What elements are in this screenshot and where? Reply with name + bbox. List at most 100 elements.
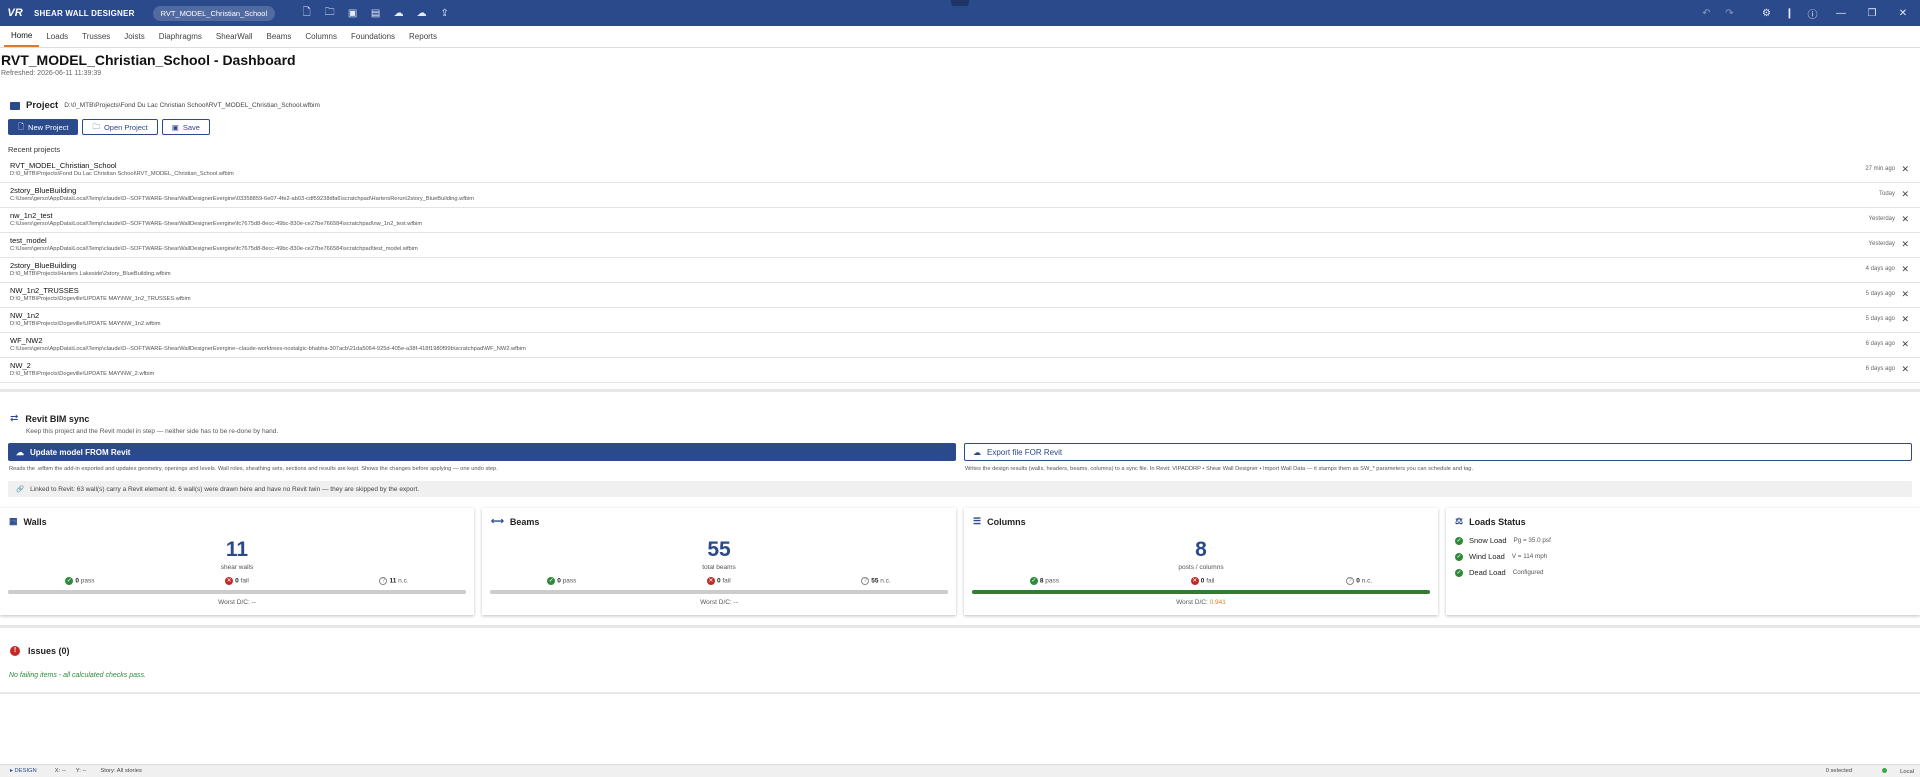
status-bar: ▸ DESIGN X: -- Y: -- Story: All stories … [0, 764, 1920, 777]
recent-project-path: C:\Users\gerso\AppData\Local\Temp\claude… [10, 346, 526, 352]
refreshed-timestamp: Refreshed: 2026-06-11 11:39:39 [1, 70, 102, 77]
recent-project-path: D:\0_MTB\Projects\Harters Lakeside\2stor… [10, 271, 171, 277]
walls-card[interactable]: ▦ Walls 11 shear walls ✓ 0 pass ✕ 0 fail ? 1… [0, 508, 474, 615]
columns-card[interactable]: ☰ Columns 8 posts / columns ✓ 8 pass ✕ 0 fa… [964, 508, 1438, 615]
pass-stat: ✓ 8 pass [1029, 577, 1060, 585]
close-icon[interactable]: ✕ [1886, 0, 1920, 26]
remove-recent-icon[interactable]: ✕ [1901, 339, 1909, 350]
cloud-upload-icon: ☁ [973, 447, 981, 457]
check-icon: ✓ [547, 577, 556, 585]
tab-foundations[interactable]: Foundations [344, 26, 402, 47]
remove-recent-icon[interactable]: ✕ [1901, 264, 1909, 275]
cloud-download-icon[interactable]: ☁ [410, 0, 433, 26]
recent-project-name: 2story_BlueBuilding [10, 186, 77, 195]
tab-loads[interactable]: Loads [39, 26, 75, 47]
settings-icon[interactable]: ⚙ [1755, 0, 1778, 26]
mode-indicator[interactable]: ▸ DESIGN [10, 768, 37, 774]
recent-project-row[interactable]: RVT_MODEL_Christian_School D:\0_MTB\Proje… [0, 158, 1920, 183]
export-for-revit-button[interactable]: ☁ Export file FOR Revit [964, 443, 1912, 461]
check-icon: ✓ [1029, 577, 1038, 585]
revit-sync-header: ⇄ Revit BIM sync [10, 413, 89, 424]
tab-shearwall[interactable]: ShearWall [209, 26, 260, 47]
walls-icon: ▦ [9, 516, 18, 526]
file-name-pill[interactable]: RVT_MODEL_Christian_School [152, 5, 276, 21]
progress-fill [972, 590, 1430, 594]
card-title: Beams [509, 516, 540, 527]
remove-recent-icon[interactable]: ✕ [1901, 189, 1909, 200]
maximize-icon[interactable]: ❐ [1858, 0, 1886, 26]
columns-unit: posts / columns [1178, 564, 1224, 571]
info-icon[interactable]: ⓘ [1801, 0, 1824, 26]
tab-joists[interactable]: Joists [117, 26, 151, 47]
redo-icon[interactable]: ↷ [1718, 0, 1741, 26]
open-project-label: Open Project [103, 122, 148, 132]
recent-project-path: D:\0_MTB\Projects\Dogeville\UPDATE MAY\N… [10, 321, 161, 327]
y-readout: Y: -- [75, 768, 87, 774]
remove-recent-icon[interactable]: ✕ [1901, 164, 1909, 175]
pin-icon[interactable]: ❙ [1778, 0, 1801, 26]
walls-count: 11 [225, 538, 249, 561]
recent-project-row[interactable]: 2story_BlueBuilding C:\Users\gerso\AppDat… [0, 183, 1920, 208]
question-icon: ? [861, 577, 870, 585]
cloud-upload-icon[interactable]: ☁ [387, 0, 410, 26]
recent-project-row[interactable]: NW_1n2 D:\0_MTB\Projects\Dogeville\UPDATE… [0, 308, 1920, 333]
recent-projects-label: Recent projects [8, 145, 61, 154]
save-button[interactable]: ▣ Save [161, 119, 210, 135]
beams-card[interactable]: ⟷ Beams 55 total beams ✓ 0 pass ✕ 0 fail ? 5… [482, 508, 956, 615]
project-label: Project [26, 100, 59, 111]
loads-status-card[interactable]: ⚖ Loads Status ✓ Snow Load Pg = 35.0 psf ✓ W… [1446, 508, 1920, 615]
recent-project-row[interactable]: test_model C:\Users\gerso\AppData\Local\T… [0, 233, 1920, 258]
issues-title: Issues (0) [28, 646, 70, 656]
recent-project-path: D:\0_MTB\Projects\Dogeville\UPDATE MAY\N… [10, 296, 191, 302]
fail-stat: ✕ 0 fail [225, 577, 249, 585]
card-title: Loads Status [1469, 516, 1526, 527]
recent-project-time: Today [1878, 191, 1895, 197]
recent-project-path: D:\0_MTB\Projects\Dogeville\UPDATE MAY\N… [10, 371, 155, 377]
save-as-icon[interactable]: ▤ [364, 0, 387, 26]
section-divider [0, 389, 1920, 392]
columns-progress-bar [972, 590, 1430, 594]
remove-recent-icon[interactable]: ✕ [1901, 314, 1909, 325]
new-file-icon: 🗋 [18, 121, 25, 131]
loads-icon: ⚖ [1455, 516, 1464, 526]
new-file-icon[interactable]: 🗋 [295, 0, 318, 26]
remove-recent-icon[interactable]: ✕ [1901, 239, 1909, 250]
open-folder-icon[interactable]: 🗀 [318, 0, 341, 26]
new-project-label: New Project [28, 122, 69, 132]
drag-handle[interactable] [951, 0, 969, 6]
alert-icon: ! [10, 646, 20, 656]
check-icon: ✓ [1455, 536, 1463, 545]
export-icon[interactable]: ⇪ [433, 0, 456, 26]
tab-home[interactable]: Home [4, 26, 40, 47]
page-title: RVT_MODEL_Christian_School - Dashboard [1, 52, 296, 68]
recent-project-row[interactable]: 2story_BlueBuilding D:\0_MTB\Projects\Har… [0, 258, 1920, 283]
section-divider [0, 692, 1920, 694]
save-icon[interactable]: ▣ [341, 0, 364, 26]
remove-recent-icon[interactable]: ✕ [1901, 289, 1909, 300]
new-project-button[interactable]: 🗋 New Project [8, 119, 79, 135]
status-dot-icon [1882, 767, 1888, 773]
update-note: Reads the .wfbim the add-in exported and… [9, 466, 498, 472]
open-project-button[interactable]: 🗀 Open Project [82, 119, 158, 135]
tab-reports[interactable]: Reports [402, 26, 444, 47]
remove-recent-icon[interactable]: ✕ [1901, 214, 1909, 225]
recent-project-path: D:\0_MTB\Projects\Fond Du Lac Christian … [10, 171, 234, 177]
folder-icon [10, 101, 20, 110]
remove-recent-icon[interactable]: ✕ [1901, 364, 1909, 375]
recent-project-row[interactable]: NW_1n2_TRUSSES D:\0_MTB\Projects\Dogevill… [0, 283, 1920, 308]
pass-stat: ✓ 0 pass [65, 577, 95, 585]
tab-beams[interactable]: Beams [260, 26, 299, 47]
minimize-icon[interactable]: — [1824, 0, 1858, 26]
recent-project-row[interactable]: NW_2 D:\0_MTB\Projects\Dogeville\UPDATE M… [0, 358, 1920, 383]
check-icon: ✓ [1455, 552, 1463, 561]
update-from-revit-button[interactable]: ☁ Update model FROM Revit [8, 443, 956, 461]
recent-project-row[interactable]: nw_1n2_test C:\Users\gerso\AppData\Local\… [0, 208, 1920, 233]
undo-icon[interactable]: ↶ [1695, 0, 1718, 26]
tab-columns[interactable]: Columns [298, 26, 344, 47]
pass-stat: ✓ 0 pass [547, 577, 577, 585]
link-note-text: Linked to Revit: 63 wall(s) carry a Revi… [30, 485, 420, 493]
walls-progress-bar [8, 590, 466, 594]
recent-project-row[interactable]: WF_NW2 C:\Users\gerso\AppData\Local\Temp\… [0, 333, 1920, 358]
tab-trusses[interactable]: Trusses [75, 26, 117, 47]
tab-diaphragms[interactable]: Diaphragms [152, 26, 209, 47]
